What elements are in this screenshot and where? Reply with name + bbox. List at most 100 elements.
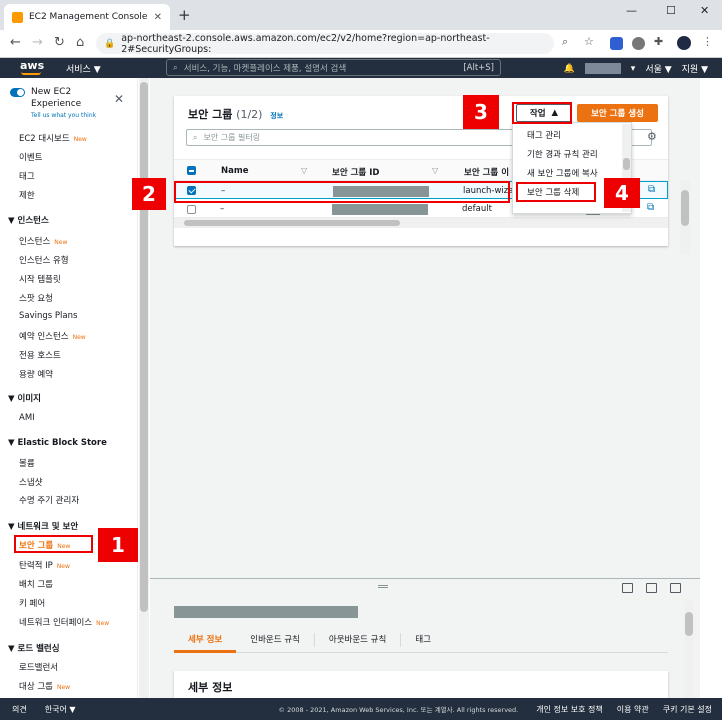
sidebar-item-dashboard[interactable]: EC2 대시보드 New: [19, 132, 87, 144]
sidebar-item-reserved-instances[interactable]: 예약 인스턴스 New: [19, 330, 86, 342]
sidebar-item-events[interactable]: 이벤트: [19, 151, 42, 163]
menu-item-manage-stale-rules[interactable]: 기한 경과 규칙 관리: [527, 148, 598, 160]
new-experience-toggle[interactable]: New EC2 Experience Tell us what you thin…: [10, 86, 111, 122]
extensions-puzzle-icon[interactable]: ✚: [654, 35, 663, 48]
search-shortcut: [Alt+S]: [463, 62, 494, 73]
create-security-group-button[interactable]: 보안 그룹 생성: [577, 104, 658, 122]
sidebar-item-limits[interactable]: 제한: [19, 189, 35, 201]
sidebar-item-dedicated-hosts[interactable]: 전용 호스트: [19, 349, 61, 361]
column-header-group-id[interactable]: 보안 그룹 ID: [332, 166, 379, 178]
sidebar-item-launch-templates[interactable]: 시작 템플릿: [19, 273, 61, 285]
extension-p-icon[interactable]: [610, 37, 623, 50]
menu-item-copy-to-new[interactable]: 새 보안 그룹에 복사: [527, 167, 598, 179]
url-text: ap-northeast-2.console.aws.amazon.com/ec…: [121, 32, 490, 55]
extension-sync-icon[interactable]: [632, 37, 645, 50]
home-icon[interactable]: ⌂: [76, 35, 84, 50]
browser-menu-icon[interactable]: ⋮: [702, 35, 713, 48]
menu-item-manage-tags[interactable]: 태그 관리: [527, 129, 561, 141]
sidebar-item-snapshots[interactable]: 스냅샷: [19, 476, 42, 488]
sidebar-item-instance-types[interactable]: 인스턴스 유형: [19, 254, 69, 266]
search-icon: ⌕: [173, 62, 178, 73]
column-header-name[interactable]: Name: [221, 166, 248, 176]
feedback-link[interactable]: 의견: [12, 704, 27, 715]
forward-icon[interactable]: →: [32, 35, 43, 50]
panel-restore-icon[interactable]: [646, 583, 657, 593]
account-chevron-icon[interactable]: ▾: [631, 64, 636, 74]
sort-icon[interactable]: ▽: [301, 166, 307, 175]
sidebar-section-instances[interactable]: ▼ 인스턴스: [8, 214, 49, 226]
aws-logo[interactable]: aws: [20, 59, 44, 72]
url-input[interactable]: 🔒 ap-northeast-2.console.aws.amazon.com/…: [96, 32, 554, 55]
sidebar-section-images[interactable]: ▼ 이미지: [8, 392, 41, 404]
back-icon[interactable]: ←: [10, 35, 21, 50]
browser-tab[interactable]: EC2 Management Console ✕: [4, 4, 170, 30]
annotation-box-security-groups: [14, 535, 93, 553]
maximize-icon[interactable]: ☐: [666, 4, 676, 17]
menu-scrollbar-thumb[interactable]: [623, 158, 630, 170]
panel-resize-handle[interactable]: [378, 585, 388, 588]
sidebar-section-network-security[interactable]: ▼ 네트워크 및 보안: [8, 520, 78, 532]
zoom-icon[interactable]: ⌕: [562, 35, 568, 49]
gear-icon[interactable]: ⚙: [647, 130, 657, 143]
tab-details[interactable]: 세부 정보: [174, 627, 237, 653]
close-window-icon[interactable]: ✕: [700, 4, 709, 17]
sidebar-item-spot-requests[interactable]: 스팟 요청: [19, 292, 53, 304]
copyright-text: © 2008 - 2021, Amazon Web Services, Inc.…: [278, 706, 519, 714]
profile-avatar[interactable]: [677, 36, 691, 50]
external-link-icon[interactable]: ⧉: [648, 184, 655, 195]
table-vertical-thumb[interactable]: [681, 190, 689, 226]
sidebar-scrollbar-thumb[interactable]: [140, 82, 148, 612]
filter-placeholder: 보안 그룹 필터링: [203, 133, 261, 142]
sidebar-item-volumes[interactable]: 볼륨: [19, 457, 35, 469]
column-header-group-name[interactable]: 보안 그룹 이: [464, 166, 509, 178]
sidebar-item-key-pairs[interactable]: 키 페어: [19, 597, 45, 609]
support-menu[interactable]: 지원 ▼: [682, 62, 708, 75]
close-sidebar-icon[interactable]: ✕: [114, 92, 124, 106]
tab-outbound-rules[interactable]: 아웃바운드 규칙: [315, 632, 402, 647]
minimize-icon[interactable]: —: [626, 4, 637, 17]
toggle-switch[interactable]: [10, 88, 25, 97]
notification-bell-icon[interactable]: 🔔: [564, 64, 575, 74]
region-menu[interactable]: 서울 ▼: [645, 62, 671, 75]
tell-us-link[interactable]: Tell us what you think: [31, 110, 111, 122]
sidebar-item-ami[interactable]: AMI: [19, 413, 35, 423]
sidebar-item-load-balancers[interactable]: 로드밸런서: [19, 661, 58, 673]
sort-icon[interactable]: ▽: [432, 166, 438, 175]
account-menu-redacted[interactable]: [584, 63, 621, 74]
sidebar-item-target-groups[interactable]: 대상 그룹 New: [19, 680, 70, 692]
annotation-marker-2: 2: [132, 178, 166, 210]
sidebar-section-load-balancing[interactable]: ▼ 로드 밸런싱: [8, 642, 60, 654]
select-all-checkbox[interactable]: [187, 166, 196, 175]
table-scrollbar-thumb[interactable]: [184, 220, 400, 226]
info-link[interactable]: 정보: [270, 112, 283, 120]
tab-inbound-rules[interactable]: 인바운드 규칙: [236, 632, 315, 647]
annotation-box-selected-row: [174, 181, 510, 203]
new-tab-button[interactable]: +: [178, 6, 191, 24]
sidebar-item-placement-groups[interactable]: 배치 그룹: [19, 578, 53, 590]
sidebar-item-instances[interactable]: 인스턴스 New: [19, 235, 67, 247]
sidebar-item-capacity-reservations[interactable]: 용량 예약: [19, 368, 53, 380]
reload-icon[interactable]: ↻: [54, 35, 65, 50]
aws-search-input[interactable]: ⌕ 서비스, 기능, 마켓플레이스 제품, 설명서 검색 [Alt+S]: [166, 59, 501, 76]
panel-maximize-icon[interactable]: [670, 583, 681, 593]
close-tab-icon[interactable]: ✕: [154, 12, 162, 23]
privacy-link[interactable]: 개인 정보 보호 정책: [536, 704, 603, 715]
sidebar-item-network-interfaces[interactable]: 네트워크 인터페이스 New: [19, 616, 109, 628]
sidebar-item-tags[interactable]: 태그: [19, 170, 35, 182]
sidebar-item-lifecycle-manager[interactable]: 수명 주기 관리자: [19, 494, 79, 506]
services-menu[interactable]: 서비스 ▼: [66, 62, 101, 75]
panel-minimize-icon[interactable]: [622, 583, 633, 593]
aws-console-header: aws 서비스 ▼ ⌕ 서비스, 기능, 마켓플레이스 제품, 설명서 검색 […: [0, 58, 722, 78]
page-scrollbar-thumb[interactable]: [685, 612, 693, 636]
terms-link[interactable]: 이용 약관: [617, 704, 649, 715]
tab-tags[interactable]: 태그: [401, 633, 445, 647]
row-checkbox[interactable]: [187, 205, 196, 214]
sidebar-item-savings-plans[interactable]: Savings Plans: [19, 311, 77, 321]
external-link-icon[interactable]: ⧉: [647, 202, 654, 213]
cookie-preferences-link[interactable]: 쿠키 기본 설정: [663, 704, 712, 715]
sidebar-section-ebs[interactable]: ▼ Elastic Block Store: [8, 438, 107, 448]
sidebar-item-elastic-ips[interactable]: 탄력적 IP New: [19, 559, 70, 571]
group-id-redacted: [332, 204, 428, 215]
bookmark-star-icon[interactable]: ☆: [584, 35, 594, 48]
language-selector[interactable]: 한국어 ▼: [45, 704, 76, 715]
